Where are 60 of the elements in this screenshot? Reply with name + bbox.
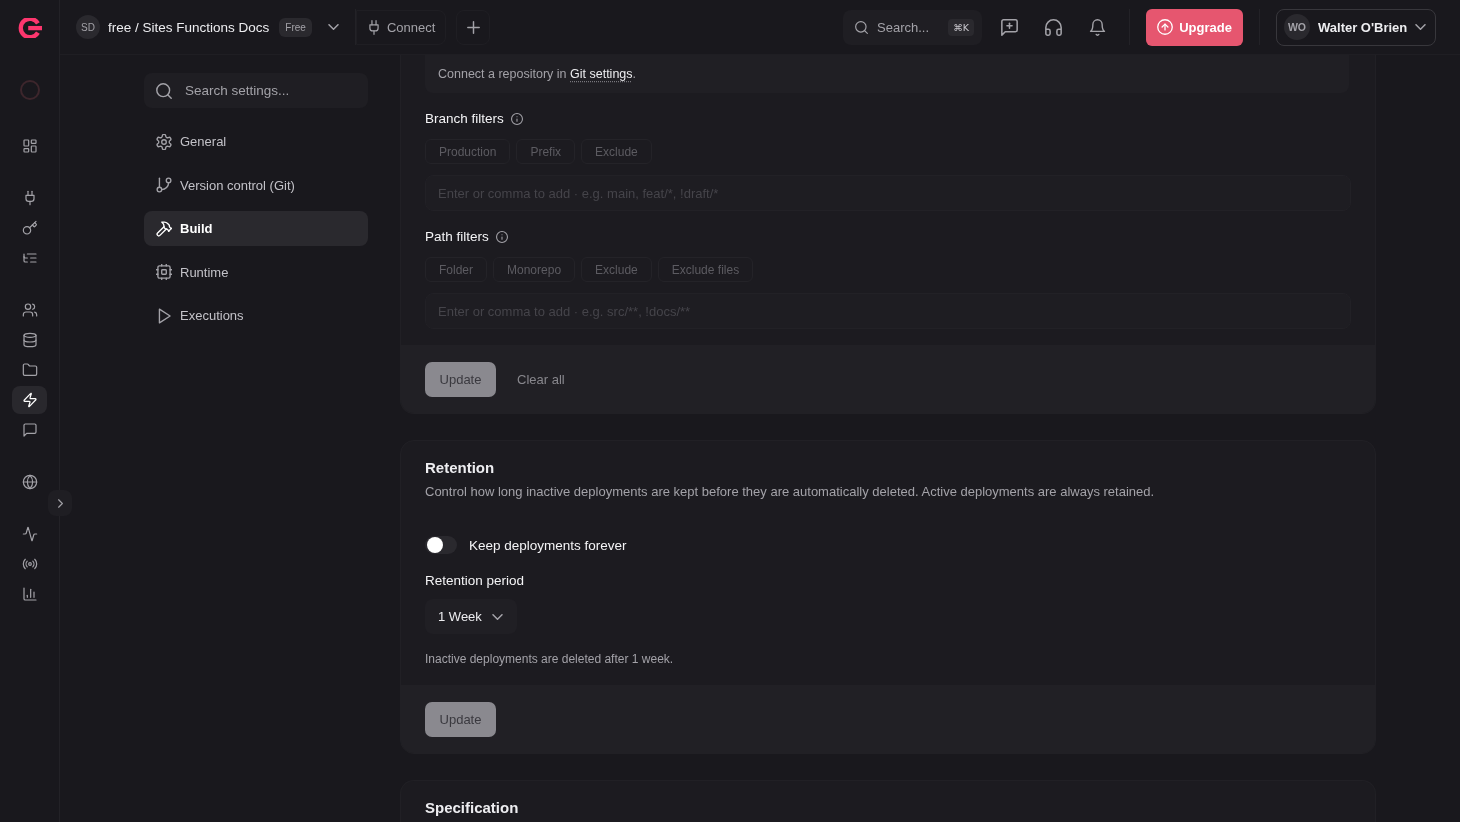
settings-search-field[interactable]: Search settings... bbox=[144, 73, 368, 108]
git-settings-link[interactable]: Git settings bbox=[570, 67, 633, 81]
settings-nav-item[interactable]: General bbox=[144, 124, 368, 159]
connect-button[interactable]: Connect bbox=[355, 9, 447, 45]
pulse-icon bbox=[21, 526, 38, 542]
search-icon bbox=[156, 82, 172, 99]
plus-icon bbox=[466, 20, 480, 34]
search-icon bbox=[855, 20, 868, 34]
folder-icon bbox=[21, 362, 38, 378]
chevron-down-icon bbox=[1415, 24, 1427, 30]
settings-nav-item[interactable]: Build bbox=[144, 211, 368, 246]
plug-icon bbox=[368, 19, 379, 35]
plan-badge: Free bbox=[279, 17, 312, 37]
bar-chart-icon bbox=[21, 586, 38, 602]
chevron-down-icon bbox=[491, 613, 503, 620]
list-tree-icon bbox=[21, 250, 38, 266]
info-icon[interactable] bbox=[510, 113, 523, 125]
field-label: Retention period bbox=[425, 573, 526, 589]
settings-nav-item[interactable]: Runtime bbox=[144, 254, 368, 290]
upgrade-button[interactable]: Upgrade bbox=[1146, 8, 1243, 46]
field-label: Path filters bbox=[425, 229, 489, 245]
project-avatar: SD bbox=[76, 15, 100, 39]
sidebar-item[interactable] bbox=[12, 386, 47, 414]
field-label: Branch filters bbox=[425, 111, 504, 127]
chip-icon bbox=[156, 264, 172, 280]
database-icon bbox=[21, 332, 38, 348]
section-title: Specification bbox=[425, 799, 520, 817]
key-icon bbox=[21, 220, 38, 236]
helper-text: Inactive deployments are deleted after 1 week. bbox=[425, 651, 675, 667]
message-icon bbox=[21, 422, 38, 438]
settings-nav-item[interactable]: Executions bbox=[144, 298, 368, 333]
broadcast-icon bbox=[21, 556, 38, 572]
settings-nav-item[interactable]: Version control (Git) bbox=[144, 167, 368, 203]
branch-icon bbox=[156, 177, 172, 193]
toggle-switch[interactable] bbox=[425, 536, 457, 554]
headphones-icon bbox=[1044, 18, 1062, 36]
ring-icon bbox=[19, 80, 40, 100]
toggle-label: Keep deployments forever bbox=[469, 537, 627, 553]
play-icon bbox=[156, 307, 172, 324]
message-plus-icon bbox=[1000, 18, 1018, 36]
chevron-down-icon bbox=[327, 24, 339, 30]
user-avatar: WO bbox=[1284, 14, 1310, 40]
hammer-icon bbox=[156, 220, 172, 237]
expand-sidebar-button[interactable] bbox=[48, 490, 72, 516]
repository-notice: Connect a repository in Git settings. bbox=[425, 55, 1349, 93]
lightning-icon bbox=[21, 392, 38, 408]
project-switcher[interactable]: SD free / Sites Functions Docs Free bbox=[76, 9, 339, 45]
user-menu-button[interactable]: WO Walter O'Brien bbox=[1276, 8, 1436, 46]
globe-icon bbox=[21, 474, 38, 490]
dashboard-icon bbox=[21, 138, 38, 154]
users-icon bbox=[21, 302, 38, 318]
clear-all-button[interactable]: Clear all bbox=[517, 371, 565, 387]
logo-icon[interactable] bbox=[17, 17, 42, 38]
chevron-right-icon bbox=[57, 498, 63, 508]
settings-icon bbox=[156, 133, 172, 150]
section-title: Retention bbox=[425, 459, 496, 477]
bell-icon bbox=[1088, 18, 1106, 36]
section-description: Control how long inactive deployments are kept before they are automatically deleted. Active deployments are always retained. bbox=[425, 483, 1156, 501]
period-select[interactable]: 1 Week bbox=[425, 599, 517, 634]
info-icon[interactable] bbox=[495, 231, 508, 243]
